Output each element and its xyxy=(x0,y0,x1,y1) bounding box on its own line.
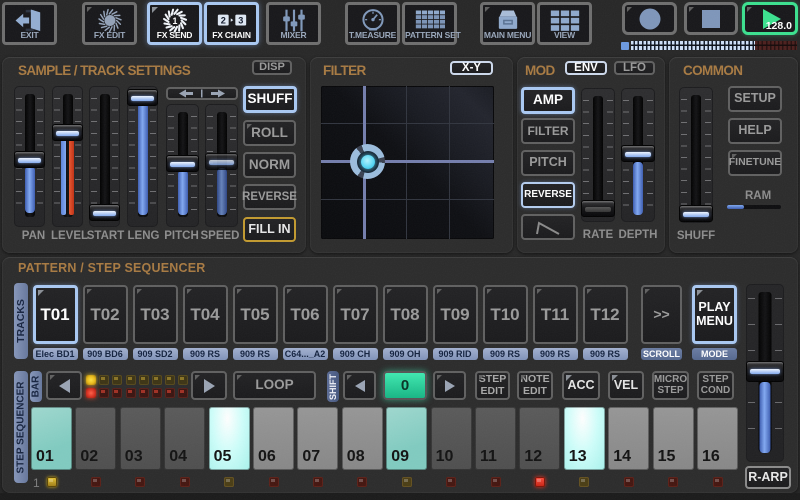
svg-text:1: 1 xyxy=(172,16,177,26)
svg-text:2: 2 xyxy=(220,15,225,25)
svg-text:3: 3 xyxy=(238,15,243,25)
